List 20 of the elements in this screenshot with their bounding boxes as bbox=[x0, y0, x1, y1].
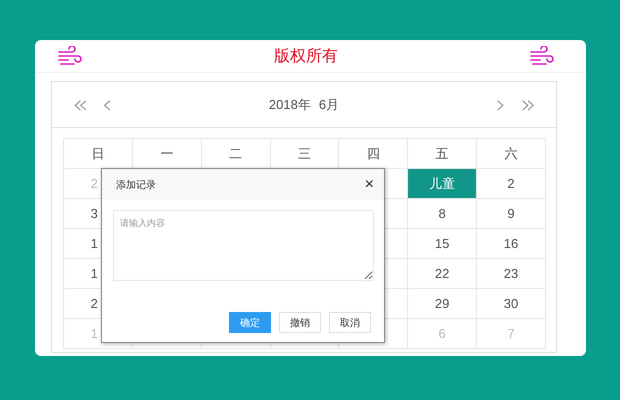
wind-icon bbox=[58, 46, 82, 66]
close-button[interactable]: × bbox=[364, 176, 374, 192]
day-cell[interactable]: 9 bbox=[476, 198, 546, 228]
dialog-button[interactable]: 撤销 bbox=[279, 312, 321, 333]
day-cell[interactable]: 22 bbox=[408, 258, 477, 288]
day-cell[interactable]: 8 bbox=[408, 198, 477, 228]
day-cell[interactable]: 16 bbox=[476, 228, 546, 258]
weekday-header: 六 bbox=[476, 138, 546, 168]
wind-icon bbox=[530, 46, 554, 66]
day-cell[interactable]: 23 bbox=[476, 258, 546, 288]
content-input[interactable]: 请输入内容 bbox=[113, 210, 374, 281]
day-cell[interactable]: 15 bbox=[408, 228, 477, 258]
day-cell[interactable]: 2 bbox=[476, 168, 546, 198]
day-cell[interactable]: 30 bbox=[476, 288, 546, 318]
selected-day-cell[interactable]: 儿童 bbox=[408, 168, 477, 198]
page-title: 版权所有 bbox=[274, 46, 338, 66]
day-cell[interactable]: 29 bbox=[408, 288, 477, 318]
dialog-button[interactable]: 取消 bbox=[329, 312, 371, 333]
year-label: 2018年 bbox=[268, 96, 311, 114]
month-label: 6月 bbox=[318, 96, 340, 114]
